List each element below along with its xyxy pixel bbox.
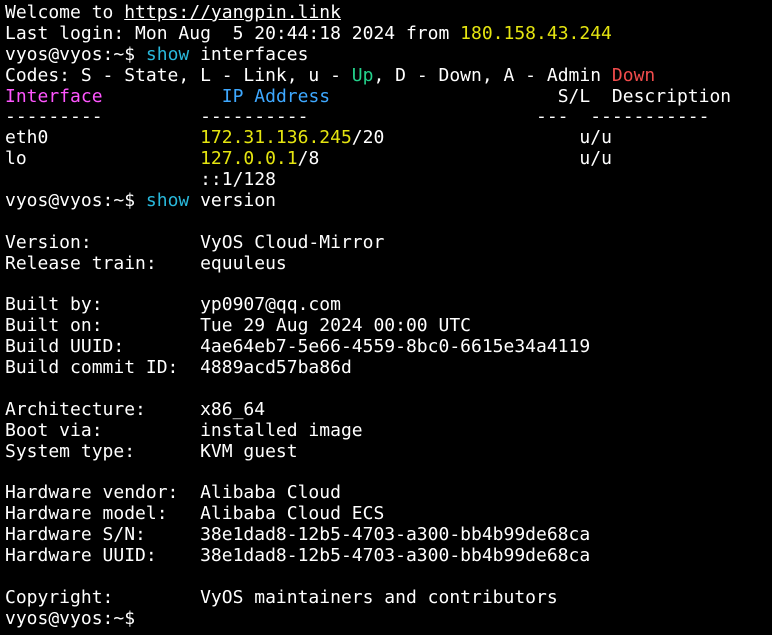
interface-ipv6-line: ::1/128 [5,170,276,191]
version-line: Build commit ID: 4889acd57ba86d [5,358,352,379]
table-row: lo 127.0.0.1/8 u/u [5,149,772,170]
version-line: Build UUID: 4ae64eb7-5e66-4559-8bc0-6615… [5,337,591,358]
command-keyword: show [145,44,190,65]
version-line: Built on: Tue 29 Aug 2024 00:00 UTC [5,316,471,337]
header-spacer [103,87,222,107]
command-keyword: show [145,191,190,212]
interfaces-header-underline: --------- ---------- --- ----------- [5,107,710,128]
codes-down-label: Down [611,65,656,86]
interfaces-header-line: Interface IP Address S/L Description [5,87,772,108]
header-description: Description [611,86,732,107]
version-line: Hardware model: Alibaba Cloud ECS [5,504,385,525]
row-spacer [27,149,200,169]
header-spacer [590,87,612,107]
command-line-current[interactable]: vyos@vyos:~$ [5,609,772,630]
interface-mask: /20 [351,128,385,149]
terminal-cursor [146,609,156,627]
interface-state: u/u [579,128,612,149]
version-line: Release train: equuleus [5,253,287,274]
header-state-link: S/L [557,86,591,107]
version-line [5,567,772,588]
interface-name: eth0 [5,128,49,149]
version-line: Hardware S/N: 38e1dad8-12b5-4703-a300-bb… [5,525,591,546]
row-spacer [319,149,579,169]
shell-prompt: vyos@vyos:~$ [5,44,146,65]
version-line: Version: VyOS Cloud-Mirror [5,232,385,253]
version-line: Built by: yp0907@qq.com [5,295,341,316]
header-ip-address: IP Address [221,86,331,107]
codes-legend-line: Codes: S - State, L - Link, u - Up, D - … [5,66,772,87]
welcome-url-link[interactable]: https://yangpin.link [124,3,341,23]
version-line [5,463,772,484]
row-spacer [384,128,579,148]
welcome-prefix: Welcome to [5,3,125,23]
header-spacer [330,87,558,107]
version-line: Architecture: x86_64 [5,399,266,420]
version-line: System type: KVM guest [5,441,298,462]
shell-prompt: vyos@vyos:~$ [5,608,146,629]
version-line: Hardware vendor: Alibaba Cloud [5,483,341,504]
interface-mask: /8 [297,149,320,170]
codes-text-2: , D - Down, A - Admin [373,65,612,86]
version-line: Hardware UUID: 38e1dad8-12b5-4703-a300-b… [5,546,591,567]
table-row: eth0 172.31.136.245/20 u/u [5,128,772,149]
codes-text-1: Codes: S - State, L - Link, u - [5,65,352,86]
last-login-prefix: Last login: Mon Aug 5 20:44:18 2024 from [5,23,461,44]
version-line [5,379,772,400]
shell-prompt: vyos@vyos:~$ [5,191,146,212]
command-argument: version [189,191,276,212]
command-line-version: vyos@vyos:~$ show version [5,191,772,212]
version-line: Copyright: VyOS maintainers and contribu… [5,587,558,608]
last-login-ip: 180.158.43.244 [460,23,612,44]
command-argument: interfaces [189,44,309,65]
command-line-interfaces: vyos@vyos:~$ show interfaces [5,45,772,66]
welcome-line: Welcome to https://yangpin.link [5,3,772,24]
interface-name: lo [5,149,27,170]
terminal-window[interactable]: Welcome to https://yangpin.link Last log… [0,0,772,635]
version-line [5,212,772,233]
header-interface: Interface [5,86,103,107]
version-line [5,275,772,296]
row-spacer [48,128,200,148]
interface-state: u/u [579,149,612,170]
interface-ip: 127.0.0.1 [200,149,298,170]
last-login-line: Last login: Mon Aug 5 20:44:18 2024 from… [5,24,772,45]
interface-ip: 172.31.136.245 [200,128,352,149]
codes-up-label: Up [351,65,374,86]
version-line: Boot via: installed image [5,420,363,441]
